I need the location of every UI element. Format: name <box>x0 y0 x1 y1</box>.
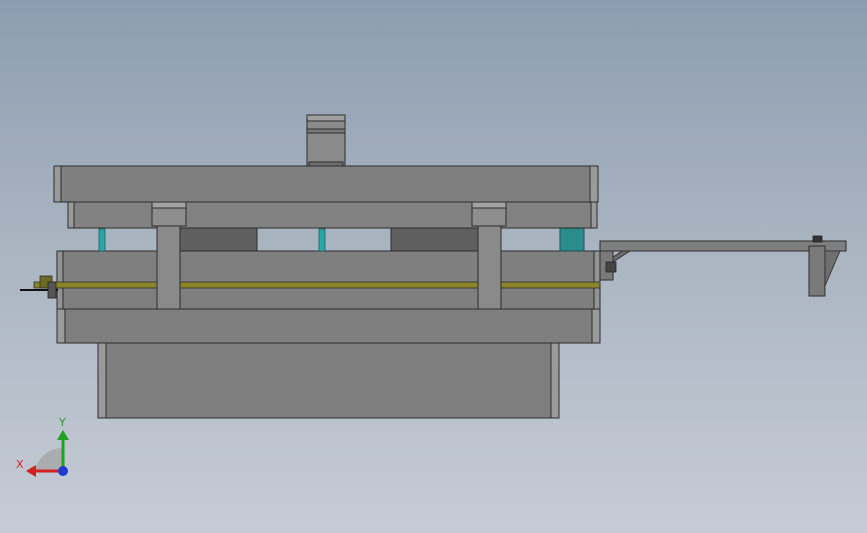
punch-insert-left[interactable] <box>179 226 258 252</box>
lower-die-shoe[interactable] <box>56 308 601 344</box>
support-arm[interactable] <box>599 235 847 297</box>
x-axis-label: X <box>16 458 24 471</box>
cad-viewport[interactable]: Y X <box>0 0 867 533</box>
die-plate[interactable] <box>56 250 601 310</box>
spring-left <box>98 228 106 252</box>
upper-backing-plate[interactable] <box>67 201 598 229</box>
y-axis-label: Y <box>58 416 66 429</box>
coordinate-triad-icon: Y X <box>16 416 69 477</box>
lower-die-block[interactable] <box>97 341 560 419</box>
teal-block[interactable] <box>559 227 585 252</box>
punch-insert-right[interactable] <box>390 226 483 252</box>
die-shank[interactable] <box>306 114 346 167</box>
spring-center <box>318 228 326 252</box>
upper-die-shoe[interactable] <box>53 165 599 203</box>
